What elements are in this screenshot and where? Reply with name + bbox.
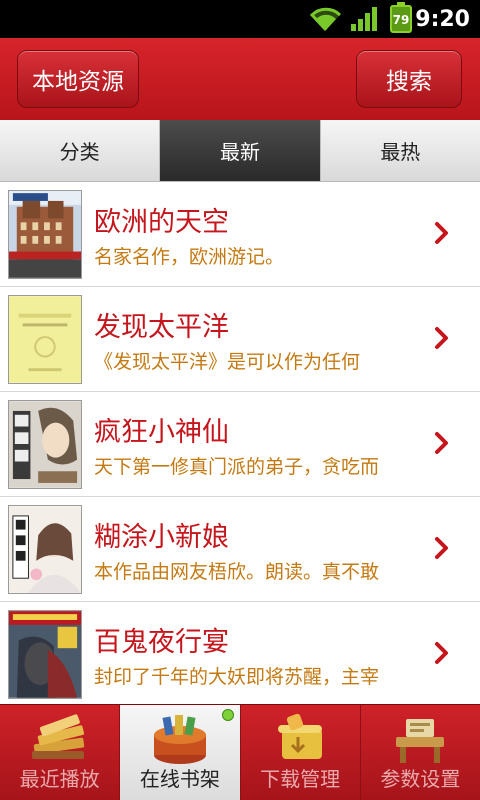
- tab-newest[interactable]: 最新: [160, 120, 321, 181]
- tab-bar: 分类 最新 最热: [0, 120, 480, 182]
- book-description: 名家名作，欧洲游记。: [94, 246, 285, 268]
- desk-settings-icon: [396, 719, 445, 763]
- battery-level: 79: [392, 13, 410, 27]
- book-description: 本作品由网友梧欣。朗读。真不敢: [94, 561, 380, 583]
- book-title: 百鬼夜行宴: [94, 627, 229, 658]
- battery-icon: 79: [390, 2, 412, 33]
- book-cover-bride: [8, 505, 82, 594]
- nav-label: 最近播放: [19, 767, 100, 791]
- nav-label: 在线书架: [139, 767, 220, 791]
- nav-online-bookshelf[interactable]: 在线书架: [120, 705, 241, 800]
- book-description: 天下第一修真门派的弟子，贪吃而: [94, 456, 380, 478]
- book-title: 糊涂小新娘: [94, 522, 229, 553]
- nav-settings[interactable]: 参数设置: [361, 705, 480, 800]
- book-title: 欧洲的天空: [94, 207, 229, 238]
- nav-download-manager[interactable]: 下载管理: [241, 705, 361, 800]
- tab-hottest[interactable]: 最热: [320, 120, 480, 181]
- list-item[interactable]: 糊涂小新娘 本作品由网友梧欣。朗读。真不敢: [0, 497, 480, 602]
- book-title: 疯狂小神仙: [94, 417, 229, 448]
- book-cover-building: [8, 190, 82, 279]
- nav-recent-play[interactable]: 最近播放: [0, 705, 121, 800]
- book-list: 欧洲的天空 名家名作，欧洲游记。 发现太平洋 《发现太平洋》是可以作为任何 疯狂…: [0, 182, 480, 707]
- tab-category[interactable]: 分类: [0, 120, 161, 181]
- bookshelf-icon: [153, 715, 206, 764]
- books-icon: [31, 714, 84, 759]
- bottom-nav: 最近播放 在线书架 下载管理 参数设置: [0, 704, 480, 800]
- status-bar: 79 9:20: [0, 0, 480, 38]
- local-resources-button[interactable]: 本地资源: [17, 50, 139, 108]
- book-cover-ghost: [8, 610, 82, 699]
- notification-dot: [221, 709, 234, 721]
- book-title: 发现太平洋: [94, 312, 229, 343]
- list-item[interactable]: 欧洲的天空 名家名作，欧洲游记。: [0, 182, 480, 287]
- list-item[interactable]: 百鬼夜行宴 封印了千年的大妖即将苏醒，主宰: [0, 602, 480, 707]
- download-scroll-icon: [278, 713, 323, 759]
- chevron-right-icon: [435, 222, 448, 244]
- title-bar: 本地资源 搜索: [0, 38, 480, 120]
- nav-label: 参数设置: [380, 767, 461, 791]
- book-description: 《发现太平洋》是可以作为任何: [94, 351, 361, 373]
- book-description: 封印了千年的大妖即将苏醒，主宰: [94, 666, 380, 688]
- clock: 9:20: [415, 7, 470, 32]
- nav-label: 下载管理: [260, 767, 341, 791]
- chevron-right-icon: [435, 537, 448, 559]
- book-cover-yellow: [8, 295, 82, 384]
- chevron-right-icon: [435, 327, 448, 349]
- list-item[interactable]: 疯狂小神仙 天下第一修真门派的弟子，贪吃而: [0, 392, 480, 497]
- list-item[interactable]: 发现太平洋 《发现太平洋》是可以作为任何: [0, 287, 480, 392]
- search-button[interactable]: 搜索: [356, 50, 462, 108]
- chevron-right-icon: [435, 642, 448, 664]
- book-cover-anime: [8, 400, 82, 489]
- signal-icon: [351, 7, 377, 31]
- wifi-icon: [310, 7, 342, 32]
- chevron-right-icon: [435, 432, 448, 454]
